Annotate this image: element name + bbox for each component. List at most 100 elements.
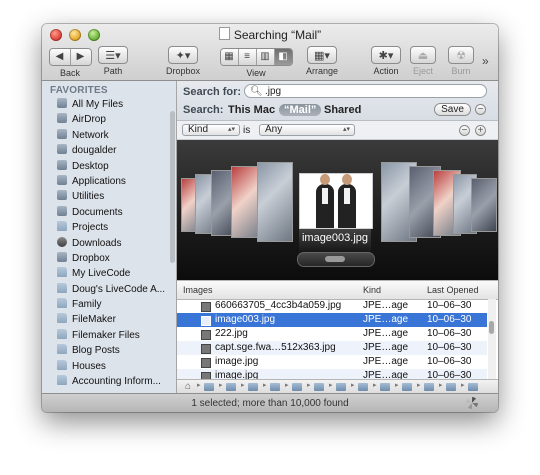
path-folder-icon[interactable] <box>468 383 478 391</box>
coverflow-thumbnail[interactable] <box>257 162 293 242</box>
path-folder-icon[interactable] <box>424 383 434 391</box>
path-separator-icon: ▸ <box>241 382 245 389</box>
sidebar-scrollbar[interactable] <box>170 111 175 263</box>
sidebar-item-label: AirDrop <box>72 114 106 126</box>
coverflow-thumbnail[interactable] <box>471 178 497 232</box>
table-row[interactable]: image.jpg JPE…age 10–06–30 <box>177 355 487 369</box>
table-row[interactable]: 660663705_4cc3b4a059.jpg JPE…age 10–06–30 <box>177 299 487 313</box>
path-separator-icon: ▸ <box>373 382 377 389</box>
forward-arrow-icon[interactable]: ▶ <box>70 49 91 65</box>
action-label: Action <box>373 66 399 76</box>
column-view-icon[interactable]: ▥ <box>256 49 275 65</box>
path-folder-icon[interactable] <box>380 383 390 391</box>
sidebar-item[interactable]: Accounting Inform... <box>42 374 176 389</box>
sidebar-item[interactable]: Projects <box>42 220 176 235</box>
sidebar-item[interactable]: Network <box>42 128 176 143</box>
back-arrow-icon[interactable]: ◀ <box>49 49 71 65</box>
icon-view-icon[interactable]: ▦ <box>220 49 239 65</box>
burn-group: ☢ Burn <box>446 46 476 76</box>
scope-shared[interactable]: Shared <box>324 104 361 116</box>
coverflow-scroll-thumb[interactable] <box>325 256 345 262</box>
criteria-attribute-value: Kind <box>188 124 209 135</box>
path-folder-icon[interactable] <box>402 383 412 391</box>
sidebar-item[interactable]: All My Files <box>42 97 176 112</box>
table-row[interactable]: 222.jpg JPE…age 10–06–30 <box>177 327 487 341</box>
path-folder-icon[interactable] <box>226 383 236 391</box>
scope-mail[interactable]: “Mail” <box>279 104 322 116</box>
sidebar-item[interactable]: Utilities <box>42 189 176 204</box>
table-row[interactable]: capt.sge.fwa…512x363.jpg JPE…age 10–06–30 <box>177 341 487 355</box>
all-files-icon <box>57 98 67 108</box>
path-separator-icon: ▸ <box>197 382 201 389</box>
path-folder-icon[interactable] <box>248 383 258 391</box>
criteria-row: Kind ▴▾ is Any ▴▾ − + <box>177 121 498 140</box>
sidebar-item[interactable]: Desktop <box>42 159 176 174</box>
last-opened-cell: 10–06–30 <box>427 370 472 379</box>
sidebar-item[interactable]: My LiveCode <box>42 266 176 281</box>
path-button[interactable]: ☰▾ <box>98 46 128 64</box>
coverflow-scrollbar[interactable] <box>297 252 375 267</box>
path-folder-icon[interactable] <box>446 383 456 391</box>
criteria-plus-button[interactable]: + <box>475 125 486 136</box>
save-search-button[interactable]: Save <box>434 103 471 116</box>
coverflow-view[interactable]: image003.jpg <box>177 140 498 280</box>
sidebar-item[interactable]: Family <box>42 297 176 312</box>
path-folder-icon[interactable] <box>314 383 324 391</box>
path-folder-icon[interactable] <box>270 383 280 391</box>
eject-button[interactable]: ⏏ <box>410 46 436 64</box>
criteria-value-popup[interactable]: Any ▴▾ <box>259 124 355 136</box>
file-name-cell: 660663705_4cc3b4a059.jpg <box>215 300 342 311</box>
sidebar-item-label: Houses <box>72 360 106 372</box>
back-label: Back <box>59 68 80 78</box>
sidebar-item[interactable]: Houses <box>42 359 176 374</box>
path-folder-icon[interactable] <box>336 383 346 391</box>
arrange-button[interactable]: ▦▾ <box>307 46 337 64</box>
sidebar-item-label: Projects <box>72 222 109 234</box>
popup-arrows-icon: ▴▾ <box>227 126 235 133</box>
list-scroll-thumb[interactable] <box>489 321 494 334</box>
file-kind-cell: JPE…age <box>363 356 409 367</box>
coverflow-selected-image[interactable] <box>299 173 373 229</box>
dropbox-button[interactable]: ✦▾ <box>168 46 198 64</box>
sidebar-item[interactable]: AirDrop <box>42 112 176 127</box>
column-header-kind[interactable]: Kind <box>363 285 381 295</box>
sidebar-item[interactable]: dougalder <box>42 143 176 158</box>
remove-criteria-button[interactable]: − <box>475 104 486 115</box>
path-folder-icon[interactable] <box>292 383 302 391</box>
coverflow-view-icon[interactable]: ◧ <box>274 49 292 65</box>
file-kind-cell: JPE…age <box>363 342 409 353</box>
scope-this-mac[interactable]: This Mac <box>228 104 275 116</box>
table-row[interactable]: image003.jpg JPE…age 10–06–30 <box>177 313 487 327</box>
path-separator-icon: ▸ <box>329 382 333 389</box>
finder-window: Searching “Mail” ◀ ▶ Back ☰▾ Path ✦▾ Dro… <box>42 24 498 412</box>
sidebar-item[interactable]: Dropbox <box>42 251 176 266</box>
sidebar-item[interactable]: Documents <box>42 205 176 220</box>
burn-button[interactable]: ☢ <box>448 46 474 64</box>
dropbox-icon: ✦▾ <box>175 50 191 62</box>
sidebar-item[interactable]: Doug's LiveCode A... <box>42 282 176 297</box>
action-button[interactable]: ✱▾ <box>371 46 401 64</box>
list-view-icon[interactable]: ≡ <box>238 49 257 65</box>
search-input[interactable] <box>244 84 487 98</box>
sidebar-item[interactable]: Filemaker Files <box>42 328 176 343</box>
table-row[interactable]: image.jpg JPE…age 10–06–30 <box>177 369 487 379</box>
home-icon[interactable]: ⌂ <box>185 381 191 392</box>
sidebar-item[interactable]: Downloads <box>42 236 176 251</box>
list-scrollbar[interactable] <box>488 299 496 379</box>
criteria-attribute-popup[interactable]: Kind ▴▾ <box>182 124 240 136</box>
column-header-last-opened[interactable]: Last Opened <box>427 285 479 295</box>
sidebar-item-label: Network <box>72 129 109 141</box>
sidebar-item-label: Utilities <box>72 191 105 203</box>
sidebar-item[interactable]: FileMaker <box>42 312 176 327</box>
sidebar-item-label: Downloads <box>72 237 122 249</box>
toolbar-overflow-chevron-icon[interactable]: » <box>482 54 489 68</box>
path-folder-icon[interactable] <box>358 383 368 391</box>
criteria-minus-button[interactable]: − <box>459 125 470 136</box>
last-opened-cell: 10–06–30 <box>427 300 472 311</box>
path-folder-icon[interactable] <box>204 383 214 391</box>
criteria-operator: is <box>243 125 251 136</box>
sidebar-item[interactable]: Applications <box>42 174 176 189</box>
folder-icon <box>57 344 67 355</box>
sidebar-item[interactable]: Blog Posts <box>42 343 176 358</box>
column-header-images[interactable]: Images <box>183 285 213 295</box>
